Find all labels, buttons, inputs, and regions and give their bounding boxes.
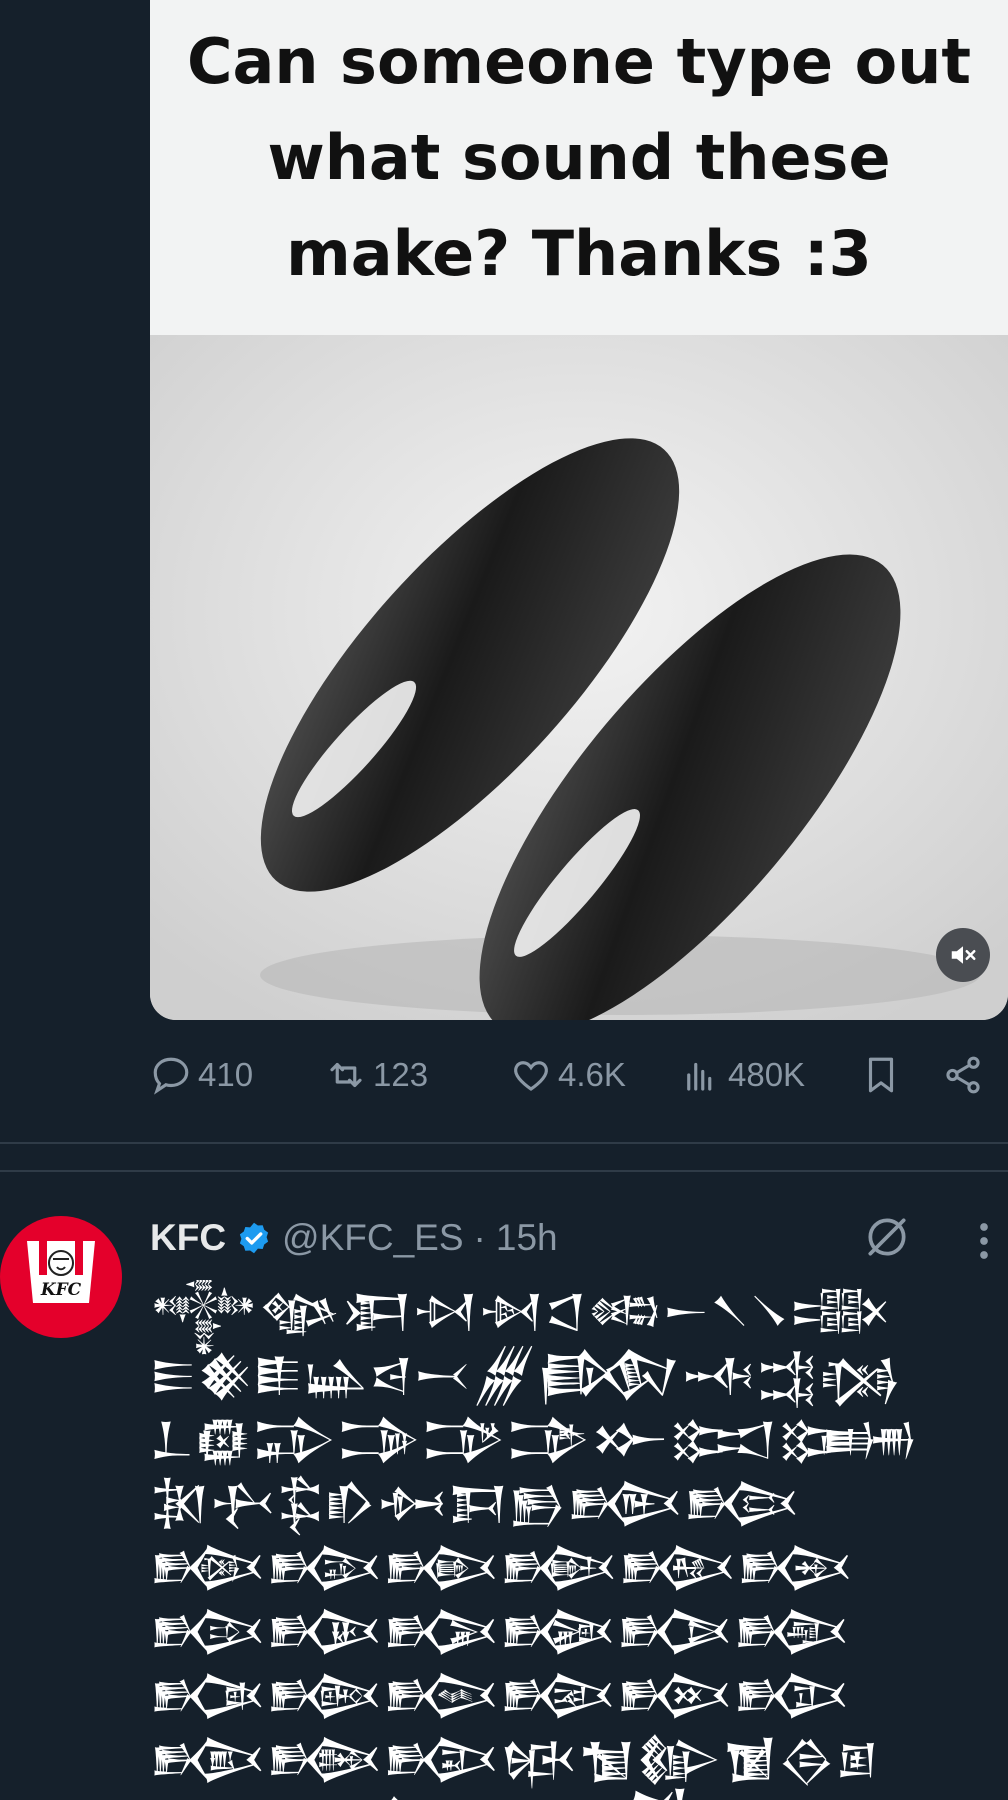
bookmark-button[interactable] — [860, 1054, 902, 1096]
divider — [0, 1170, 1008, 1172]
mute-button[interactable] — [936, 928, 990, 982]
reply-icon — [153, 1057, 189, 1095]
author-handle[interactable]: @KFC_ES — [282, 1217, 464, 1259]
like-button[interactable]: 4.6K — [510, 1054, 626, 1096]
repost-count: 123 — [373, 1056, 429, 1093]
reply-header: KFC @KFC_ES · 15h — [150, 1210, 558, 1266]
bookmark-icon — [868, 1057, 894, 1093]
separator-dot: · — [473, 1217, 486, 1258]
post-time[interactable]: 15h — [496, 1217, 558, 1259]
views-chart-icon — [687, 1062, 712, 1091]
share-icon — [946, 1056, 980, 1094]
reply-count: 410 — [198, 1056, 254, 1093]
reply-button[interactable]: 410 — [150, 1054, 253, 1096]
grok-icon[interactable] — [862, 1212, 912, 1262]
divider — [0, 1142, 1008, 1144]
avatar-text: KFC — [40, 1280, 82, 1300]
kfc-logo-icon: KFC — [27, 1241, 95, 1303]
more-options-icon[interactable] — [975, 1220, 993, 1262]
author-name[interactable]: KFC — [150, 1217, 226, 1259]
reply-text: 𒀱𒀲𒀳𒀴𒀵𒀶𒀷𒀸𒀹𒀺𒀻𒀼𒀽𒀾𒀿𒁀𒁁𒁂𒁃𒁄𒁅𒁆𒁇𒁈𒁉𒁊𒁋𒁌𒁍𒁎𒁏𒁐𒁑𒁒𒁓𒁔𒁕𒁖𒁗𒁘… — [150, 1286, 919, 1800]
views-button[interactable]: 480K — [680, 1054, 805, 1096]
post-media[interactable]: Can someone type out what sound these ma… — [150, 0, 1008, 1020]
repost-button[interactable]: 123 — [325, 1054, 428, 1096]
verified-badge-icon — [239, 1222, 269, 1254]
share-button[interactable] — [942, 1054, 984, 1096]
post-actions-bar: 410 123 4.6K 480K — [150, 1045, 990, 1105]
repost-icon — [330, 1062, 362, 1088]
avatar[interactable]: KFC — [0, 1216, 122, 1338]
muted-speaker-icon — [951, 946, 976, 964]
like-count: 4.6K — [558, 1056, 626, 1093]
heart-icon — [514, 1061, 548, 1091]
views-count: 480K — [728, 1056, 806, 1093]
media-caption-area: Can someone type out what sound these ma… — [150, 0, 1008, 335]
media-caption: Can someone type out what sound these ma… — [186, 24, 972, 290]
media-photo — [150, 335, 1008, 1020]
